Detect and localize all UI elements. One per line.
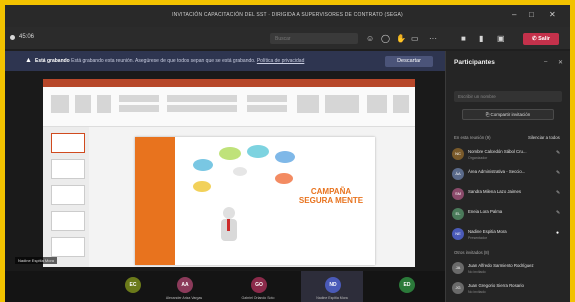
ppt-ribbon xyxy=(43,87,415,127)
share-tray-icon[interactable]: ▣ xyxy=(497,34,505,43)
dismiss-button[interactable]: Descartar xyxy=(385,56,433,67)
avatar: NE xyxy=(452,228,464,240)
slide-thumbnail[interactable] xyxy=(51,159,85,179)
avatar: EL xyxy=(452,208,464,220)
participant-tile[interactable]: AA Alexander Ariza Vargas xyxy=(153,271,215,302)
avatar: GO xyxy=(251,277,267,293)
title-bar: INVITACIÓN CAPACITACIÓN DEL SST · DIRIGI… xyxy=(5,5,570,27)
close-icon[interactable]: ✕ xyxy=(549,10,556,19)
others-header[interactable]: Otros invitados (8) xyxy=(454,250,489,255)
avatar: ÁA xyxy=(452,168,464,180)
meeting-toolbar: 45:06 Buscar ☺ ◯ ✋ ▭ ··· ■ ▮ ▣ ✆ Salir xyxy=(5,27,570,49)
avatar: ND xyxy=(325,277,341,293)
participant-row[interactable]: SM Sandra Milena Lazo Jaimes ✎ xyxy=(452,185,565,205)
powerpoint-window: CAMPAÑA SEGURA MENTE xyxy=(43,79,415,267)
figure-tie xyxy=(227,219,230,231)
privacy-link[interactable]: Política de privacidad xyxy=(257,58,305,64)
mic-icon[interactable]: ▮ xyxy=(479,34,483,43)
meeting-timer: 45:06 xyxy=(19,34,35,40)
slide-title: CAMPAÑA SEGURA MENTE xyxy=(298,187,364,205)
current-slide: CAMPAÑA SEGURA MENTE xyxy=(135,137,375,265)
mic-icon: ✎ xyxy=(556,210,561,216)
slide-thumbnail[interactable] xyxy=(51,133,85,153)
people-icon[interactable]: ☺ xyxy=(366,34,374,43)
avatar: ED xyxy=(399,277,415,293)
in-meeting-header[interactable]: En esta reunión (9) xyxy=(454,135,491,140)
teams-window: INVITACIÓN CAPACITACIÓN DEL SST · DIRIGI… xyxy=(5,5,570,302)
share-invite-button[interactable]: ⎘ Compartir invitación xyxy=(462,109,554,120)
chat-icon[interactable]: ◯ xyxy=(381,34,390,43)
recording-message: Está grabando Está grabando esta reunión… xyxy=(35,58,305,64)
more-icon[interactable]: ··· xyxy=(429,34,437,43)
recording-icon xyxy=(10,35,15,40)
mic-icon: ✎ xyxy=(556,150,561,156)
avatar: JA xyxy=(452,262,464,274)
minimize-icon[interactable]: – xyxy=(512,10,516,19)
avatar: AA xyxy=(177,277,193,293)
figure-head xyxy=(223,207,235,219)
mute-all-button[interactable]: Silenciar a todos xyxy=(528,135,560,140)
popout-icon[interactable]: – xyxy=(544,59,547,65)
mic-icon: ✎ xyxy=(556,170,561,176)
leave-button[interactable]: ✆ Salir xyxy=(523,33,559,45)
shared-screen: CAMPAÑA SEGURA MENTE Nadine Espitia Mora xyxy=(5,71,445,271)
recording-banner: ▲ Está grabando Está grabando esta reuni… xyxy=(5,51,445,71)
participant-tile-active[interactable]: ND Nadine Espitia Mora xyxy=(301,271,363,302)
participant-tile[interactable]: GO Gabriel Orlando Soto xyxy=(227,271,289,302)
close-panel-icon[interactable]: ✕ xyxy=(558,59,563,66)
ppt-titlebar xyxy=(43,79,415,87)
reactions-icon[interactable]: ✋ xyxy=(396,34,406,43)
participant-tile[interactable]: ED xyxy=(375,271,437,302)
avatar: NC xyxy=(452,148,464,160)
participant-row[interactable]: EL Eneia Lora Palma ✎ xyxy=(452,205,565,225)
camera-icon[interactable]: ■ xyxy=(461,34,466,43)
participant-row[interactable]: NC Nombre Calcedón Sábol Cru... Organiza… xyxy=(452,145,565,165)
participant-row[interactable]: ÁA Área Administrativa - Seccio... ✎ xyxy=(452,165,565,185)
panel-title: Participantes xyxy=(454,59,495,66)
slide-thumbnail[interactable] xyxy=(51,237,85,257)
avatar: SM xyxy=(452,188,464,200)
mic-icon: ✎ xyxy=(556,190,561,196)
slide-thumbnail[interactable] xyxy=(51,211,85,231)
slide-orange-band xyxy=(135,137,175,265)
maximize-icon[interactable]: □ xyxy=(529,10,534,19)
avatar: JG xyxy=(452,282,464,294)
warning-icon: ▲ xyxy=(25,57,32,64)
slide-thumbnails xyxy=(43,127,89,267)
slide-thumbnail[interactable] xyxy=(51,185,85,205)
participant-row[interactable]: JA Juan Alfredo Sarmiento Rodríguez No i… xyxy=(452,259,565,279)
presenter-tag: Nadine Espitia Mora xyxy=(15,257,58,264)
mic-on-icon: ● xyxy=(556,230,560,236)
meeting-title: INVITACIÓN CAPACITACIÓN DEL SST · DIRIGI… xyxy=(172,12,403,18)
participant-row[interactable]: NE Nadine Espitia Mora Presentador ● xyxy=(452,225,565,245)
avatar: EC xyxy=(125,277,141,293)
search-input[interactable]: Buscar xyxy=(270,33,358,44)
participants-panel: Participantes – ✕ Escribir un nombre ⎘ C… xyxy=(445,51,570,302)
participant-strip: EC AA Alexander Ariza Vargas GO Gabriel … xyxy=(5,271,445,302)
invite-input[interactable]: Escribir un nombre xyxy=(454,91,562,102)
share-icon[interactable]: ▭ xyxy=(411,34,419,43)
participant-row[interactable]: JG Juan Gregorio Sierra Rosario No invit… xyxy=(452,279,565,299)
